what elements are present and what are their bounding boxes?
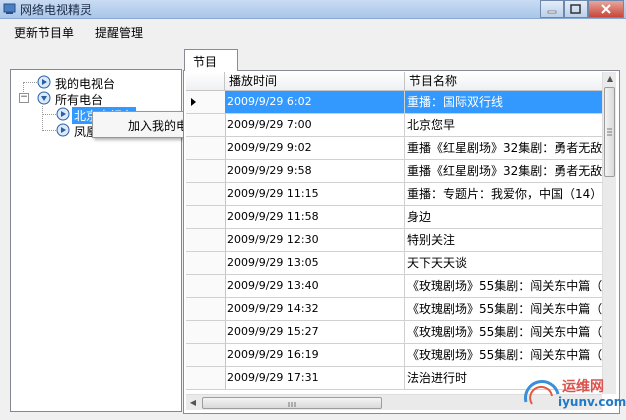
row-header[interactable] <box>186 298 226 320</box>
table-row[interactable]: 2009/9/29 7:00 北京您早 <box>186 114 602 137</box>
row-header[interactable] <box>186 229 226 251</box>
menu-reminder-management[interactable]: 提醒管理 <box>95 24 143 41</box>
cell-time[interactable]: 2009/9/29 14:32 <box>225 298 405 320</box>
cell-time[interactable]: 2009/9/29 11:15 <box>225 183 405 205</box>
grip-icon <box>288 402 296 407</box>
row-header[interactable] <box>186 91 226 113</box>
title-bar: 网络电视精灵 <box>0 0 626 19</box>
tree-item-all-stations[interactable]: − 所有电台 <box>11 90 179 107</box>
watermark-text-cn: 运维网 <box>562 379 604 395</box>
table-row[interactable]: 2009/9/29 9:02 重播《红星剧场》32集剧：勇者无敌 <box>186 137 602 160</box>
table-row[interactable]: 2009/9/29 13:05 天下天天谈 <box>186 252 602 275</box>
row-header[interactable] <box>186 206 226 228</box>
minimize-icon <box>547 10 557 14</box>
grip-icon <box>607 128 612 136</box>
cell-program-name[interactable]: 天下天天谈 <box>405 252 602 274</box>
app-icon <box>3 3 16 14</box>
cell-time[interactable]: 2009/9/29 17:31 <box>225 367 405 389</box>
vertical-scrollbar[interactable]: ▲ <box>602 72 616 394</box>
vertical-scroll-thumb[interactable] <box>604 87 615 177</box>
table-row[interactable]: 2009/9/29 11:15 重播：专题片：我爱你，中国（14） <box>186 183 602 206</box>
table-row[interactable]: 2009/9/29 13:40 《玫瑰剧场》55集剧：闯关东中篇（ <box>186 275 602 298</box>
table-row[interactable]: 2009/9/29 12:30 特别关注 <box>186 229 602 252</box>
table-row[interactable]: 2009/9/29 14:32 《玫瑰剧场》55集剧：闯关东中篇（ <box>186 298 602 321</box>
table-row[interactable]: 2009/9/29 6:02 重播：国际双行线 <box>186 91 602 114</box>
cell-program-name[interactable]: 重播：国际双行线 <box>405 91 602 113</box>
cell-program-name[interactable]: 《玫瑰剧场》55集剧：闯关东中篇（ <box>405 321 602 343</box>
cell-time[interactable]: 2009/9/29 9:02 <box>225 137 405 159</box>
cell-time[interactable]: 2009/9/29 7:00 <box>225 114 405 136</box>
row-header[interactable] <box>186 137 226 159</box>
window-title: 网络电视精灵 <box>20 3 93 17</box>
cell-time[interactable]: 2009/9/29 13:40 <box>225 275 405 297</box>
cell-time[interactable]: 2009/9/29 12:30 <box>225 229 405 251</box>
row-header[interactable] <box>186 344 226 366</box>
watermark-swirl-icon <box>524 380 560 405</box>
cell-program-name[interactable]: 北京您早 <box>405 114 602 136</box>
menu-update-schedule[interactable]: 更新节目单 <box>14 24 74 41</box>
current-row-arrow-icon <box>191 98 196 106</box>
cell-time[interactable]: 2009/9/29 13:05 <box>225 252 405 274</box>
table-row[interactable]: 2009/9/29 15:27 《玫瑰剧场》55集剧：闯关东中篇（ <box>186 321 602 344</box>
tab-programs[interactable]: 节目 <box>184 49 238 71</box>
play-circle-icon <box>37 91 51 105</box>
table-row[interactable]: 2009/9/29 9:58 重播《红星剧场》32集剧：勇者无敌 <box>186 160 602 183</box>
cell-program-name[interactable]: 特别关注 <box>405 229 602 251</box>
horizontal-scroll-thumb[interactable] <box>202 397 382 409</box>
play-circle-icon <box>37 75 51 89</box>
watermark-text-url: iyunv.com <box>558 395 626 409</box>
collapse-icon[interactable]: − <box>19 93 29 103</box>
cell-program-name[interactable]: 《玫瑰剧场》55集剧：闯关东中篇（ <box>405 344 602 366</box>
cell-program-name[interactable]: 身边 <box>405 206 602 228</box>
cell-program-name[interactable]: 重播：专题片：我爱你，中国（14） <box>405 183 602 205</box>
minimize-button[interactable] <box>540 0 564 18</box>
column-header-time[interactable]: 播放时间 <box>225 72 405 90</box>
play-circle-icon <box>56 107 70 121</box>
cell-time[interactable]: 2009/9/29 11:58 <box>225 206 405 228</box>
grid-header: 播放时间 节目名称 <box>186 72 602 91</box>
cell-time[interactable]: 2009/9/29 16:19 <box>225 344 405 366</box>
cell-program-name[interactable]: 重播《红星剧场》32集剧：勇者无敌 <box>405 160 602 182</box>
scroll-left-icon[interactable]: ◀ <box>186 396 200 410</box>
close-button[interactable] <box>588 0 624 18</box>
row-header[interactable] <box>186 275 226 297</box>
play-circle-icon <box>56 123 70 137</box>
cell-time[interactable]: 2009/9/29 15:27 <box>225 321 405 343</box>
cell-program-name[interactable]: 《玫瑰剧场》55集剧：闯关东中篇（ <box>405 275 602 297</box>
maximize-icon <box>570 4 581 14</box>
table-row[interactable]: 2009/9/29 11:58 身边 <box>186 206 602 229</box>
row-header[interactable] <box>186 252 226 274</box>
cell-program-name[interactable]: 《玫瑰剧场》55集剧：闯关东中篇（ <box>405 298 602 320</box>
cell-time[interactable]: 2009/9/29 9:58 <box>225 160 405 182</box>
row-header[interactable] <box>186 183 226 205</box>
program-grid[interactable]: 播放时间 节目名称 2009/9/29 6:02 重播：国际双行线 2009/9/2… <box>186 72 616 410</box>
maximize-button[interactable] <box>564 0 588 18</box>
row-header[interactable] <box>186 321 226 343</box>
row-header[interactable] <box>186 367 226 389</box>
tree-item-my-stations[interactable]: 我的电视台 <box>11 74 179 91</box>
menu-bar: 更新节目单 提醒管理 <box>0 19 626 43</box>
cell-program-name[interactable]: 重播《红星剧场》32集剧：勇者无敌 <box>405 137 602 159</box>
tab-label: 节目 <box>193 55 218 69</box>
cell-time[interactable]: 2009/9/29 6:02 <box>225 91 405 113</box>
row-header[interactable] <box>186 114 226 136</box>
close-icon <box>601 4 611 14</box>
row-header[interactable] <box>186 160 226 182</box>
scroll-up-icon[interactable]: ▲ <box>603 72 616 86</box>
row-header-corner <box>186 72 225 90</box>
table-row[interactable]: 2009/9/29 16:19 《玫瑰剧场》55集剧：闯关东中篇（ <box>186 344 602 367</box>
column-header-name[interactable]: 节目名称 <box>405 72 602 90</box>
watermark-logo: 运维网 iyunv.com <box>520 372 626 418</box>
